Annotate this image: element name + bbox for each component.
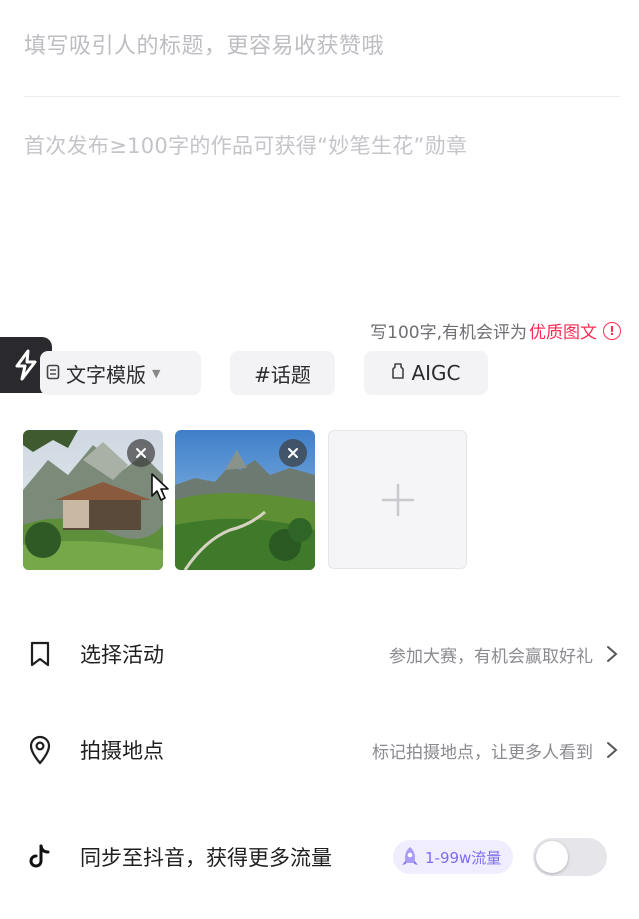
- image-thumbnail[interactable]: [23, 430, 163, 570]
- info-icon[interactable]: !: [603, 321, 621, 340]
- activity-subtext: 参加大赛，有机会赢取好礼: [389, 646, 593, 667]
- traffic-badge-text: 1-99w流量: [425, 848, 502, 867]
- remove-image-button[interactable]: [127, 439, 155, 467]
- divider: [24, 96, 620, 97]
- mouse-cursor-icon: [151, 473, 169, 501]
- template-icon: [46, 361, 60, 385]
- title-input[interactable]: 填写吸引人的标题，更容易收获赞哦: [24, 28, 620, 60]
- location-subtext: 标记拍摄地点，让更多人看到: [372, 742, 593, 763]
- aigc-button[interactable]: AIGC: [364, 351, 488, 395]
- quality-article-link[interactable]: 优质图文: [529, 318, 597, 343]
- template-label: 文字模版: [66, 362, 146, 387]
- location-label: 拍摄地点: [80, 739, 164, 763]
- traffic-badge: 1-99w流量: [393, 840, 514, 874]
- select-activity-row[interactable]: 选择活动 参加大赛，有机会赢取好礼: [0, 624, 639, 684]
- text-template-button[interactable]: 文字模版 ▼: [40, 351, 201, 395]
- chevron-right-icon: [607, 646, 618, 662]
- close-icon: [288, 448, 298, 458]
- sync-label: 同步至抖音，获得更多流量: [80, 846, 332, 870]
- aigc-icon: [391, 361, 405, 385]
- location-pin-icon: [26, 735, 54, 765]
- topic-button[interactable]: #话题: [230, 351, 335, 395]
- shooting-location-row[interactable]: 拍摄地点 标记拍摄地点，让更多人看到: [0, 720, 639, 780]
- body-input[interactable]: 首次发布≥100字的作品可获得“妙笔生花”勋章: [24, 130, 620, 160]
- add-image-button[interactable]: [328, 430, 467, 569]
- toggle-knob: [536, 841, 568, 873]
- image-thumbnail[interactable]: [175, 430, 315, 570]
- sync-toggle[interactable]: [533, 838, 607, 876]
- rocket-icon: [402, 847, 418, 865]
- plus-icon: [381, 483, 414, 516]
- aigc-label: AIGC: [411, 361, 461, 385]
- hint-text: 写100字,有机会评为: [370, 323, 527, 343]
- lightning-icon: [15, 349, 37, 381]
- tiktok-icon: [26, 843, 54, 871]
- caret-down-icon: ▼: [152, 366, 161, 380]
- quality-hint: 写100字,有机会评为 优质图文 !: [370, 318, 621, 343]
- chevron-right-icon: [607, 742, 618, 758]
- topic-label: #话题: [254, 362, 311, 387]
- publish-editor-page: 填写吸引人的标题，更容易收获赞哦 首次发布≥100字的作品可获得“妙笔生花”勋章…: [0, 0, 639, 919]
- remove-image-button[interactable]: [279, 439, 307, 467]
- close-icon: [136, 448, 146, 458]
- bookmark-icon: [26, 640, 54, 668]
- activity-label: 选择活动: [80, 643, 164, 667]
